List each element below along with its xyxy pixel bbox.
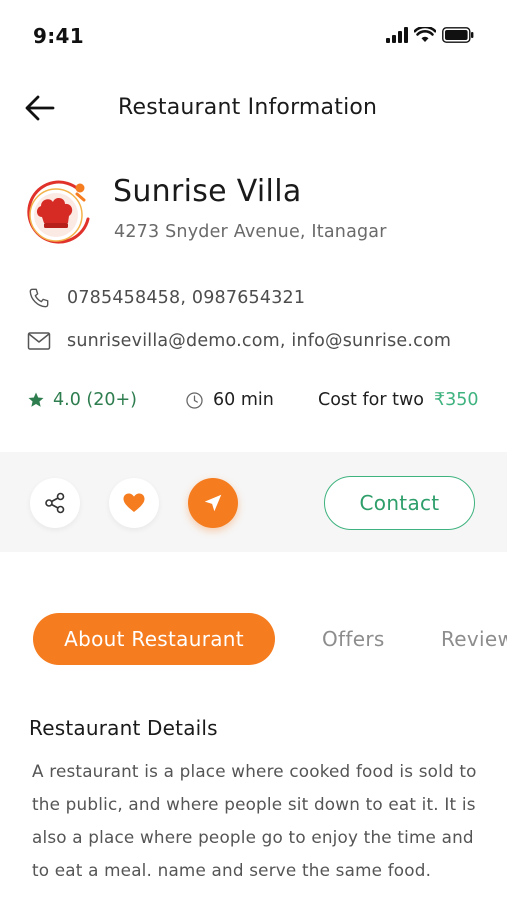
tab-bar: About Restaurant Offers Review	[0, 613, 507, 667]
navigation-icon	[204, 494, 222, 512]
tab-about-restaurant[interactable]: About Restaurant	[33, 613, 275, 665]
back-button[interactable]	[22, 90, 58, 126]
tab-offers[interactable]: Offers	[322, 613, 385, 665]
favorite-button[interactable]	[109, 478, 159, 528]
header: Restaurant Information	[0, 76, 507, 140]
rating-value: 4.0 (20+)	[53, 390, 137, 410]
delivery-time-value: 60 min	[213, 390, 274, 410]
directions-button[interactable]	[188, 478, 238, 528]
star-icon	[28, 392, 44, 407]
contact-button[interactable]: Contact	[324, 476, 475, 530]
share-icon	[45, 492, 65, 514]
chef-hat-logo-icon	[27, 180, 90, 244]
restaurant-logo	[22, 177, 98, 247]
signal-icon	[386, 27, 408, 43]
restaurant-address: 4273 Snyder Avenue, Itanagar	[114, 222, 387, 242]
mail-icon	[26, 328, 52, 354]
status-time: 9:41	[33, 24, 84, 48]
restaurant-info-screen: 9:41 Restaurant Information Sunrise Vill…	[0, 0, 507, 900]
section-title: Restaurant Details	[29, 716, 218, 740]
tab-reviews[interactable]: Review	[441, 613, 507, 665]
heart-icon	[123, 493, 145, 512]
rating: 4.0 (20+)	[27, 390, 137, 410]
battery-icon	[442, 27, 474, 43]
cost-for-two: Cost for two ₹350	[318, 390, 479, 410]
share-button[interactable]	[30, 478, 80, 528]
email-row[interactable]: sunrisevilla@demo.com, info@sunrise.com	[26, 328, 451, 354]
delivery-time: 60 min	[185, 390, 274, 410]
clock-icon	[186, 391, 203, 409]
page-title: Restaurant Information	[118, 95, 378, 120]
status-bar: 9:41	[0, 0, 507, 76]
cost-value: ₹350	[433, 390, 479, 410]
email-addresses: sunrisevilla@demo.com, info@sunrise.com	[67, 331, 452, 351]
meta-row: 4.0 (20+) 60 min Cost for two ₹350	[0, 390, 507, 418]
details-body: A restaurant is a place where cooked foo…	[32, 761, 477, 880]
phone-numbers: 0785458458, 0987654321	[67, 288, 306, 308]
restaurant-name: Sunrise Villa	[113, 174, 302, 209]
status-icons	[386, 27, 474, 43]
phone-icon	[26, 285, 52, 311]
wifi-icon	[414, 27, 436, 42]
action-strip: Contact	[0, 452, 507, 552]
phone-row[interactable]: 0785458458, 0987654321	[26, 285, 305, 311]
cost-label: Cost for two	[318, 390, 424, 410]
arrow-left-icon	[25, 95, 55, 121]
